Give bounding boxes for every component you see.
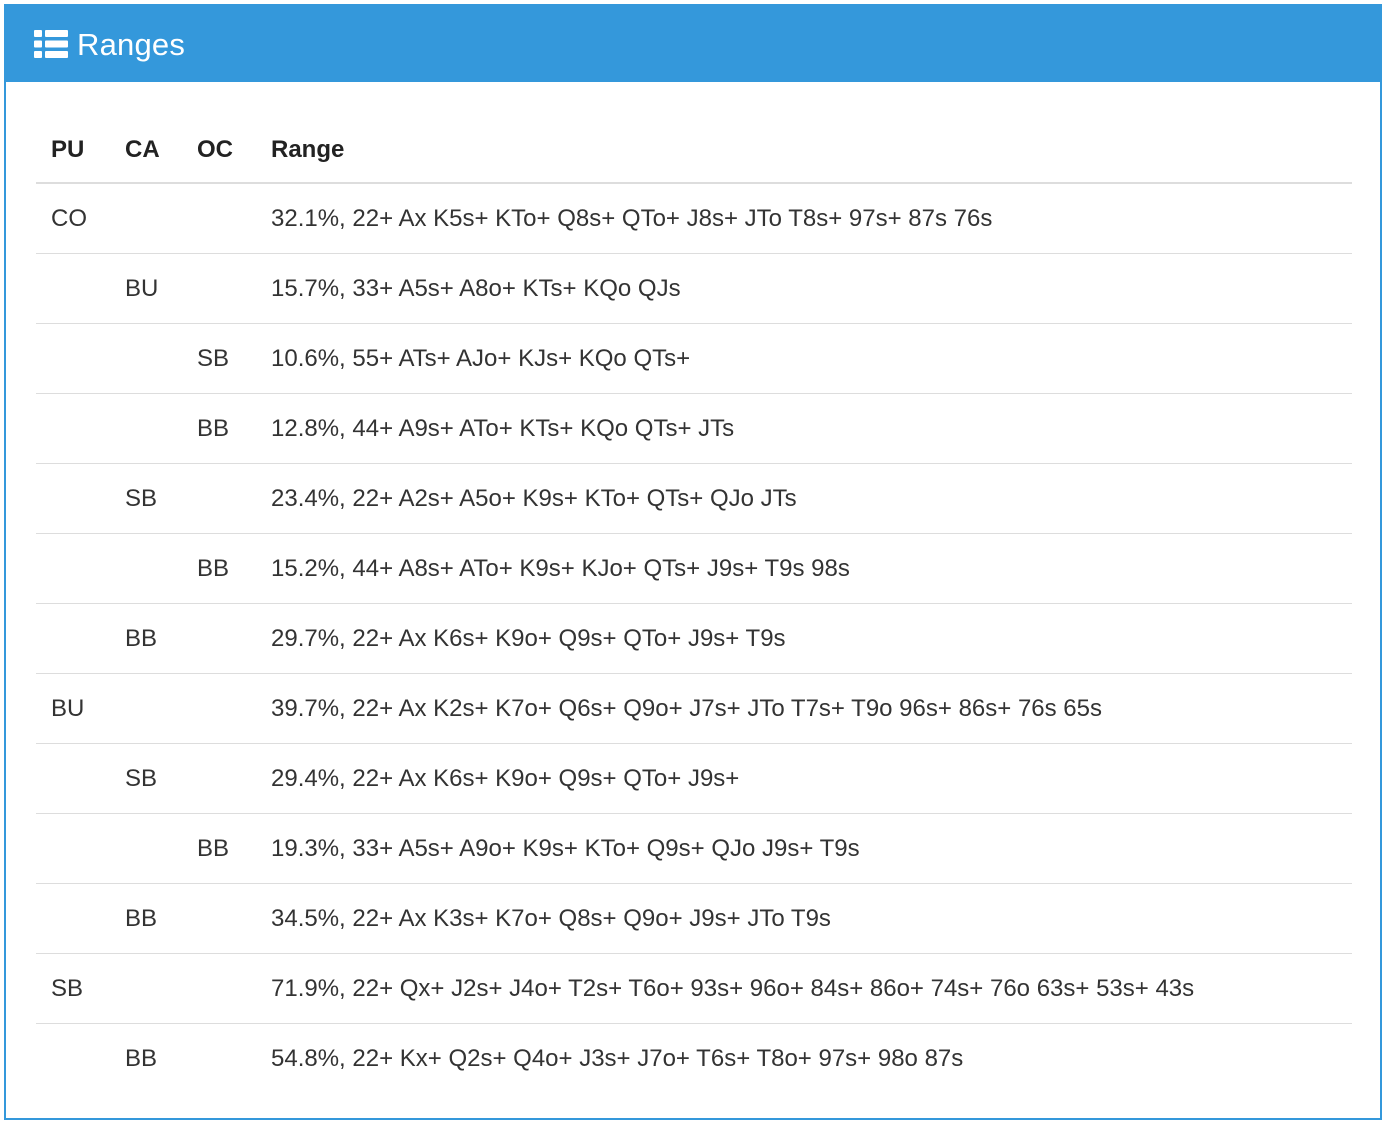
cell-oc bbox=[182, 603, 256, 674]
cell-pu bbox=[36, 1024, 110, 1094]
cell-ca: SB bbox=[110, 743, 182, 814]
cell-ca: BB bbox=[125, 1044, 158, 1072]
cell-oc bbox=[182, 253, 256, 324]
cell-range: 10.6%, 55+ ATs+ AJo+ KJs+ KQo QTs+ bbox=[256, 323, 1352, 394]
cell-range: 23.4%, 22+ A2s+ A5o+ K9s+ KTo+ QTs+ QJo … bbox=[256, 463, 1352, 534]
cell-pu bbox=[36, 463, 110, 534]
table-row: SB 29.4%, 22+ Ax K6s+ K9o+ Q9s+ QTo+ J9s+ bbox=[36, 743, 1352, 814]
cell-oc: BB bbox=[182, 533, 256, 604]
cell-range: 32.1%, 22+ Ax K5s+ KTo+ Q8s+ QTo+ J8s+ J… bbox=[256, 183, 1352, 254]
cell-ca: BB bbox=[110, 603, 182, 674]
cell-range: 15.2%, 44+ A8s+ ATo+ K9s+ KJo+ QTs+ J9s+… bbox=[256, 533, 1352, 604]
cell-range: 71.9%, 22+ Qx+ J2s+ J4o+ T2s+ T6o+ 93s+ … bbox=[256, 953, 1352, 1024]
cell-oc: SB bbox=[182, 323, 256, 394]
cell-ca bbox=[110, 323, 182, 394]
cell-range: 12.8%, 44+ A9s+ ATo+ KTs+ KQo QTs+ JTs bbox=[256, 393, 1352, 464]
cell-oc bbox=[182, 1024, 256, 1094]
column-header-oc: OC bbox=[182, 118, 256, 184]
column-header-range: Range bbox=[256, 118, 1352, 184]
cell-range: 29.7%, 22+ Ax K6s+ K9o+ Q9s+ QTo+ J9s+ T… bbox=[256, 603, 1352, 674]
table-row: BB 54.8%, 22+ Kx+ Q2s+ Q4o+ J3s+ J7o+ T6s… bbox=[36, 1024, 1352, 1094]
cell-ca bbox=[110, 953, 182, 1024]
column-header-ca: CA bbox=[110, 118, 182, 184]
list-icon bbox=[34, 30, 68, 58]
table-row: SB 10.6%, 55+ ATs+ AJo+ KJs+ KQo QTs+ bbox=[36, 323, 1352, 394]
cell-oc bbox=[182, 673, 256, 744]
panel-body: PU CA OC Range CO 32.1%, 22+ Ax K5s+ KTo+… bbox=[36, 118, 1352, 1093]
cell-oc: BB bbox=[182, 813, 256, 884]
table-row: SB 71.9%, 22+ Qx+ J2s+ J4o+ T2s+ T6o+ 93s… bbox=[36, 953, 1352, 1024]
cell-ca bbox=[110, 533, 182, 604]
panel-title: Ranges bbox=[77, 26, 186, 62]
cell-pu bbox=[36, 393, 110, 464]
table-row: BB 19.3%, 33+ A5s+ A9o+ K9s+ KTo+ Q9s+ QJ… bbox=[36, 813, 1352, 884]
cell-ca: BU bbox=[110, 253, 182, 324]
table-row: BB 12.8%, 44+ A9s+ ATo+ KTs+ KQo QTs+ JTs bbox=[36, 393, 1352, 464]
cell-range: 29.4%, 22+ Ax K6s+ K9o+ Q9s+ QTo+ J9s+ bbox=[256, 743, 1352, 814]
cell-ca bbox=[110, 393, 182, 464]
table-row: BB 15.2%, 44+ A8s+ ATo+ K9s+ KJo+ QTs+ J9… bbox=[36, 533, 1352, 604]
cell-pu: BU bbox=[36, 673, 110, 744]
cell-oc bbox=[182, 953, 256, 1024]
table-body: CO 32.1%, 22+ Ax K5s+ KTo+ Q8s+ QTo+ J8s+… bbox=[36, 183, 1352, 1093]
cell-oc bbox=[182, 883, 256, 954]
panel-heading: Ranges bbox=[6, 6, 1380, 82]
cell-ca bbox=[110, 813, 182, 884]
cell-pu bbox=[36, 603, 110, 674]
column-header-pu: PU bbox=[36, 118, 110, 184]
table-row: CO 32.1%, 22+ Ax K5s+ KTo+ Q8s+ QTo+ J8s+… bbox=[36, 183, 1352, 254]
cell-pu bbox=[36, 813, 110, 884]
cell-ca bbox=[110, 673, 182, 744]
cell-range: 54.8%, 22+ Kx+ Q2s+ Q4o+ J3s+ J7o+ T6s+ … bbox=[271, 1044, 964, 1072]
cell-oc bbox=[182, 743, 256, 814]
cell-pu: CO bbox=[36, 183, 110, 254]
cell-pu bbox=[36, 253, 110, 324]
table-row: BU 15.7%, 33+ A5s+ A8o+ KTs+ KQo QJs bbox=[36, 253, 1352, 324]
table-row: SB 23.4%, 22+ A2s+ A5o+ K9s+ KTo+ QTs+ QJ… bbox=[36, 463, 1352, 534]
cell-range: 15.7%, 33+ A5s+ A8o+ KTs+ KQo QJs bbox=[256, 253, 1352, 324]
cell-range: 19.3%, 33+ A5s+ A9o+ K9s+ KTo+ Q9s+ QJo … bbox=[256, 813, 1352, 884]
cell-pu bbox=[36, 883, 110, 954]
table-header-row: PU CA OC Range bbox=[36, 118, 1352, 184]
ranges-panel: Ranges PU CA OC Range CO 32.1%, 22+ Ax K5… bbox=[4, 4, 1382, 1120]
table-row: BB 29.7%, 22+ Ax K6s+ K9o+ Q9s+ QTo+ J9s+… bbox=[36, 603, 1352, 674]
cell-pu: SB bbox=[36, 953, 110, 1024]
cell-oc: BB bbox=[182, 393, 256, 464]
cell-oc bbox=[182, 463, 256, 534]
cell-ca bbox=[110, 183, 182, 254]
table-row: BU 39.7%, 22+ Ax K2s+ K7o+ Q6s+ Q9o+ J7s+… bbox=[36, 673, 1352, 744]
cell-range: 39.7%, 22+ Ax K2s+ K7o+ Q6s+ Q9o+ J7s+ J… bbox=[256, 673, 1352, 744]
cell-range: 34.5%, 22+ Ax K3s+ K7o+ Q8s+ Q9o+ J9s+ J… bbox=[256, 883, 1352, 954]
cell-pu bbox=[36, 533, 110, 604]
table-row: BB 34.5%, 22+ Ax K3s+ K7o+ Q8s+ Q9o+ J9s+… bbox=[36, 883, 1352, 954]
cell-ca: SB bbox=[110, 463, 182, 534]
ranges-table: PU CA OC Range CO 32.1%, 22+ Ax K5s+ KTo+… bbox=[36, 118, 1352, 1093]
cell-oc bbox=[182, 183, 256, 254]
cell-pu bbox=[36, 743, 110, 814]
cell-pu bbox=[36, 323, 110, 394]
cell-ca: BB bbox=[110, 883, 182, 954]
